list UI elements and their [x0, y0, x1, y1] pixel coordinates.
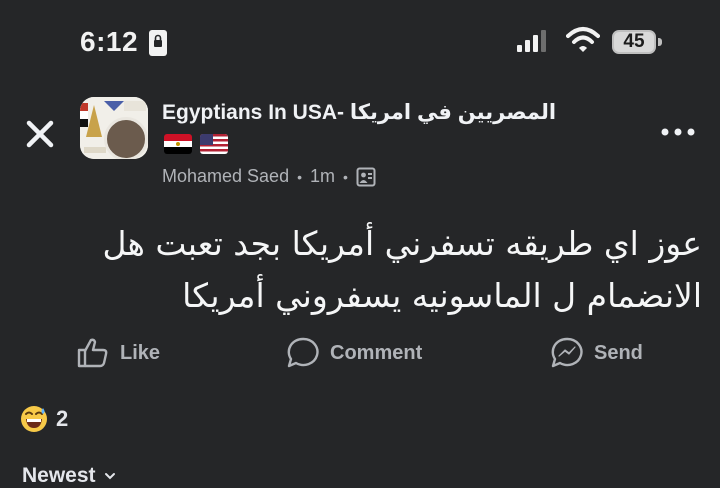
author-name[interactable]: Mohamed Saed [162, 166, 289, 187]
comment-label: Comment [330, 341, 423, 364]
battery-icon: 45 [612, 30, 664, 54]
messenger-icon [551, 337, 583, 368]
thumbs-up-icon [77, 338, 108, 368]
usa-flag-icon [200, 134, 228, 154]
comment-button[interactable]: Comment [286, 336, 422, 370]
signal-icon [517, 30, 546, 52]
post-time[interactable]: 1m [310, 166, 335, 187]
send-button[interactable]: Send [550, 336, 643, 370]
send-label: Send [594, 341, 643, 364]
status-time: 6:12 [80, 26, 139, 57]
grinning-sweat-emoji [21, 406, 47, 432]
group-name[interactable]: Egyptians In USA- المصريين في امريكا [162, 100, 556, 125]
post-meta: Mohamed Saed • 1m • [162, 166, 376, 187]
comment-sort-dropdown[interactable]: Newest [22, 464, 116, 488]
more-options-icon[interactable] [660, 124, 696, 140]
post-text: عوز اي طريقه تسفرني أمريكا بجد تعبت هل ا… [102, 224, 702, 315]
like-label: Like [120, 341, 161, 364]
egypt-flag-icon [164, 134, 192, 154]
portrait-lock-icon [149, 30, 167, 56]
reaction-summary[interactable]: 2 [20, 405, 68, 433]
group-audience-icon [356, 167, 376, 186]
comment-icon [287, 337, 319, 368]
wifi-icon [566, 27, 600, 52]
battery-level: 45 [623, 31, 645, 52]
member-photo [104, 117, 148, 159]
close-icon[interactable] [22, 116, 58, 152]
chevron-down-icon [104, 473, 115, 480]
group-avatar[interactable] [80, 97, 148, 159]
flag-row [164, 134, 228, 154]
like-button[interactable]: Like [76, 336, 160, 370]
sort-label: Newest [22, 464, 96, 487]
reaction-count: 2 [56, 406, 69, 431]
